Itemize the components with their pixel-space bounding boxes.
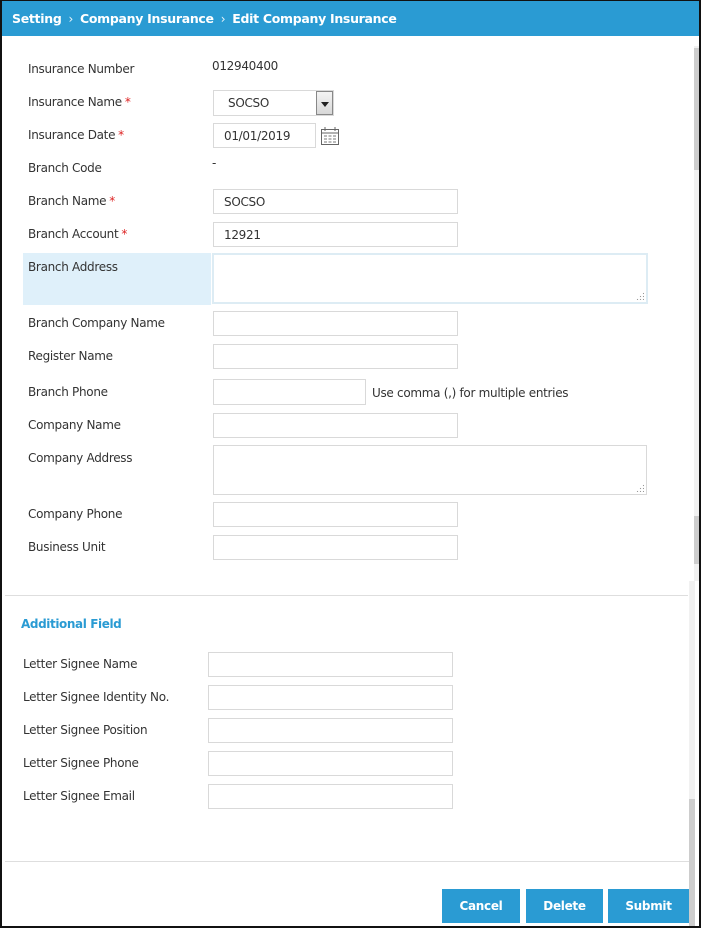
letter-signee-phone-input[interactable] bbox=[208, 751, 453, 776]
breadcrumb: Setting › Company Insurance › Edit Compa… bbox=[2, 1, 699, 36]
letter-signee-phone-label: Letter Signee Phone bbox=[23, 756, 139, 770]
breadcrumb-separator-icon: › bbox=[220, 11, 226, 26]
breadcrumb-current-page: Edit Company Insurance bbox=[232, 11, 397, 26]
resize-grip-icon[interactable] bbox=[636, 484, 644, 492]
letter-signee-position-label: Letter Signee Position bbox=[23, 723, 148, 737]
branch-address-label: Branch Address bbox=[28, 260, 118, 274]
company-address-textarea[interactable] bbox=[213, 445, 647, 495]
register-name-input[interactable] bbox=[213, 344, 458, 369]
submit-button[interactable]: Submit bbox=[608, 889, 689, 923]
branch-company-name-input[interactable] bbox=[213, 311, 458, 336]
company-phone-label: Company Phone bbox=[28, 507, 123, 521]
delete-button[interactable]: Delete bbox=[526, 889, 603, 923]
letter-signee-name-input[interactable] bbox=[208, 652, 453, 677]
insurance-name-selected-value: SOCSO bbox=[228, 96, 270, 110]
branch-account-input[interactable] bbox=[213, 222, 458, 247]
breadcrumb-setting[interactable]: Setting bbox=[12, 11, 62, 26]
letter-signee-email-input[interactable] bbox=[208, 784, 453, 809]
branch-address-textarea[interactable] bbox=[212, 253, 648, 304]
branch-phone-input[interactable] bbox=[213, 379, 366, 405]
insurance-number-value: 012940400 bbox=[212, 59, 279, 73]
insurance-number-label: Insurance Number bbox=[28, 62, 135, 76]
form-scrollbar-thumb[interactable] bbox=[694, 48, 699, 170]
breadcrumb-company-insurance[interactable]: Company Insurance bbox=[80, 11, 214, 26]
letter-signee-name-label: Letter Signee Name bbox=[23, 657, 138, 671]
breadcrumb-separator-icon: › bbox=[68, 11, 73, 26]
form-scrollbar-thumb-secondary[interactable] bbox=[694, 516, 699, 564]
letter-signee-email-label: Letter Signee Email bbox=[23, 789, 135, 803]
required-marker: * bbox=[109, 194, 115, 208]
company-phone-input[interactable] bbox=[213, 502, 458, 527]
letter-signee-identity-input[interactable] bbox=[208, 685, 453, 710]
footer-divider bbox=[5, 861, 689, 862]
branch-name-input[interactable] bbox=[213, 189, 458, 214]
letter-signee-position-input[interactable] bbox=[208, 718, 453, 743]
insurance-date-input[interactable] bbox=[213, 123, 316, 148]
letter-signee-identity-label: Letter Signee Identity No. bbox=[23, 690, 170, 704]
branch-phone-hint: Use comma (,) for multiple entries bbox=[372, 386, 569, 400]
section-divider bbox=[5, 595, 688, 596]
branch-phone-label: Branch Phone bbox=[28, 385, 108, 399]
branch-company-name-label: Branch Company Name bbox=[28, 316, 165, 330]
required-marker: * bbox=[118, 128, 124, 142]
business-unit-label: Business Unit bbox=[28, 540, 106, 554]
required-marker: * bbox=[121, 227, 128, 241]
required-marker: * bbox=[124, 95, 131, 109]
register-name-label: Register Name bbox=[28, 349, 113, 363]
calendar-icon[interactable] bbox=[320, 126, 340, 146]
cancel-button[interactable]: Cancel bbox=[442, 889, 520, 923]
company-name-label: Company Name bbox=[28, 418, 121, 432]
branch-code-label: Branch Code bbox=[28, 161, 102, 175]
edit-company-insurance-page: Setting › Company Insurance › Edit Compa… bbox=[0, 0, 701, 928]
additional-field-title: Additional Field bbox=[21, 617, 122, 631]
chevron-down-icon[interactable] bbox=[316, 91, 333, 115]
branch-account-label: Branch Account * bbox=[28, 227, 128, 241]
branch-code-value: - bbox=[212, 156, 217, 170]
company-name-input[interactable] bbox=[213, 413, 458, 438]
insurance-name-label: Insurance Name * bbox=[28, 95, 131, 109]
branch-name-label: Branch Name * bbox=[28, 194, 115, 208]
insurance-date-label: Insurance Date * bbox=[28, 128, 124, 142]
business-unit-input[interactable] bbox=[213, 535, 458, 560]
section-scrollbar-thumb[interactable] bbox=[689, 799, 695, 926]
resize-grip-icon[interactable] bbox=[636, 292, 644, 300]
company-address-label: Company Address bbox=[28, 451, 133, 465]
insurance-name-select[interactable]: SOCSO bbox=[213, 90, 334, 116]
